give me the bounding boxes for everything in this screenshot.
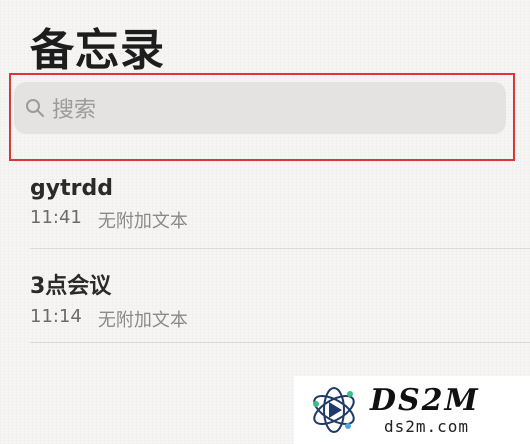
watermark-logo-icon (313, 387, 355, 433)
note-time: 11:41 (30, 207, 82, 228)
note-title: 3点会议 (30, 274, 112, 299)
note-meta: 11:14 无附加文本 (30, 306, 530, 332)
page-title: 备忘录 (30, 25, 165, 76)
note-meta: 11:41 无附加文本 (30, 207, 530, 233)
note-title: gytrdd (30, 176, 113, 201)
note-time: 11:14 (30, 306, 82, 327)
note-item[interactable]: 3点会议 11:14 无附加文本 (30, 268, 530, 332)
search-highlight-annotation (9, 73, 515, 161)
list-divider (30, 248, 530, 249)
note-preview: 无附加文本 (97, 310, 188, 331)
watermark-text: DS2M ds2m.com (370, 382, 480, 436)
note-item[interactable]: gytrdd 11:41 无附加文本 (30, 176, 530, 233)
watermark-brand: DS2M (370, 382, 480, 418)
watermark-site: ds2m.com (384, 416, 470, 436)
note-preview: 无附加文本 (97, 211, 188, 232)
watermark: DS2M ds2m.com (294, 376, 530, 444)
list-divider (30, 342, 530, 343)
